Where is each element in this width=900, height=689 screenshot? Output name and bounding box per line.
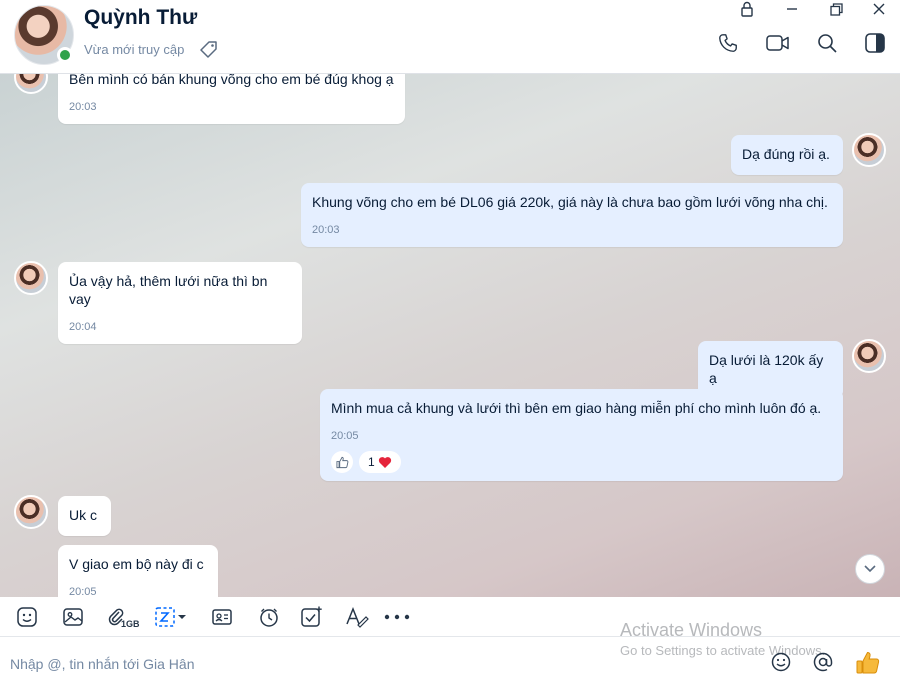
quick-like-icon[interactable]	[855, 650, 881, 676]
message-text: Khung võng cho em bé DL06 giá 220k, giá …	[312, 194, 828, 210]
heart-icon	[378, 456, 391, 468]
message-bubble[interactable]: Ủa vậy hả, thêm lưới nữa thì bn vay 20:0…	[58, 262, 302, 344]
message-bubble[interactable]: Dạ đúng rồi ạ.	[731, 135, 843, 175]
message-bubble[interactable]: V giao em bộ này đi c 20:05	[58, 545, 218, 597]
chevron-down-icon	[864, 565, 876, 573]
message-bubble[interactable]: Khung võng cho em bé DL06 giá 220k, giá …	[301, 183, 843, 247]
reaction-count: 1	[368, 455, 375, 469]
message-time: 20:04	[69, 321, 97, 333]
composer-toolbar: 1GB	[0, 597, 900, 637]
phone-icon[interactable]	[715, 30, 741, 56]
activation-watermark-subtitle: Go to Settings to activate Windows.	[620, 643, 826, 658]
sender-avatar[interactable]	[14, 495, 48, 529]
message-list[interactable]: Bên mình có bán khung võng cho em bé đúg…	[0, 74, 900, 597]
message-bubble[interactable]: Bên mình có bán khung võng cho em bé đúg…	[58, 74, 405, 124]
video-icon[interactable]	[765, 30, 791, 56]
scroll-to-bottom-button[interactable]	[855, 554, 885, 584]
react-like-button[interactable]	[331, 451, 353, 473]
reminder-clock-icon[interactable]	[257, 605, 281, 629]
restore-icon[interactable]	[825, 0, 847, 18]
mention-icon[interactable]	[811, 650, 835, 674]
online-status-dot	[57, 47, 73, 63]
last-seen-status: Vừa mới truy cập	[84, 42, 185, 57]
message-text: Bên mình có bán khung võng cho em bé đúg…	[69, 74, 394, 87]
sender-avatar[interactable]	[14, 74, 48, 94]
sticker-icon[interactable]	[15, 605, 39, 629]
my-avatar[interactable]	[852, 133, 886, 167]
message-bubble[interactable]: Mình mua cả khung và lưới thì bên em gia…	[320, 389, 843, 481]
message-time: 20:03	[69, 101, 97, 113]
contact-name[interactable]: Quỳnh Thư	[84, 6, 197, 30]
screenshot-options-icon[interactable]	[176, 605, 188, 629]
message-input[interactable]	[10, 653, 610, 675]
tag-icon[interactable]	[200, 40, 218, 58]
attachment-quota: 1GB	[121, 619, 140, 629]
message-text: Dạ đúng rồi ạ.	[742, 146, 830, 162]
message-time: 20:03	[312, 224, 340, 236]
message-time: 20:05	[69, 586, 97, 597]
message-text: Dạ lưới là 120k ấy ạ	[709, 352, 824, 386]
my-avatar[interactable]	[852, 339, 886, 373]
search-icon[interactable]	[814, 30, 840, 56]
reaction-summary[interactable]: 1	[359, 451, 401, 473]
message-time: 20:05	[331, 430, 359, 442]
more-options-icon[interactable]	[384, 605, 410, 629]
contact-card-icon[interactable]	[210, 605, 234, 629]
sender-avatar[interactable]	[14, 261, 48, 295]
message-text: Uk c	[69, 507, 97, 523]
close-icon[interactable]	[868, 0, 890, 18]
image-icon[interactable]	[61, 605, 85, 629]
message-text: Mình mua cả khung và lưới thì bên em gia…	[331, 400, 822, 416]
activation-watermark-title: Activate Windows	[620, 620, 763, 640]
panel-toggle-icon[interactable]	[862, 30, 888, 56]
chat-header: Quỳnh Thư Vừa mới truy cập	[0, 0, 900, 74]
message-bubble[interactable]: Uk c	[58, 496, 111, 536]
minimize-icon[interactable]	[781, 0, 803, 18]
text-format-icon[interactable]	[345, 605, 369, 629]
emoji-icon[interactable]	[769, 650, 793, 674]
screenshot-icon[interactable]	[154, 605, 178, 629]
message-text: V giao em bộ này đi c	[69, 556, 204, 572]
message-text: Ủa vậy hả, thêm lưới nữa thì bn vay	[69, 273, 268, 307]
task-checklist-icon[interactable]	[300, 605, 324, 629]
lock-icon[interactable]	[736, 0, 758, 18]
